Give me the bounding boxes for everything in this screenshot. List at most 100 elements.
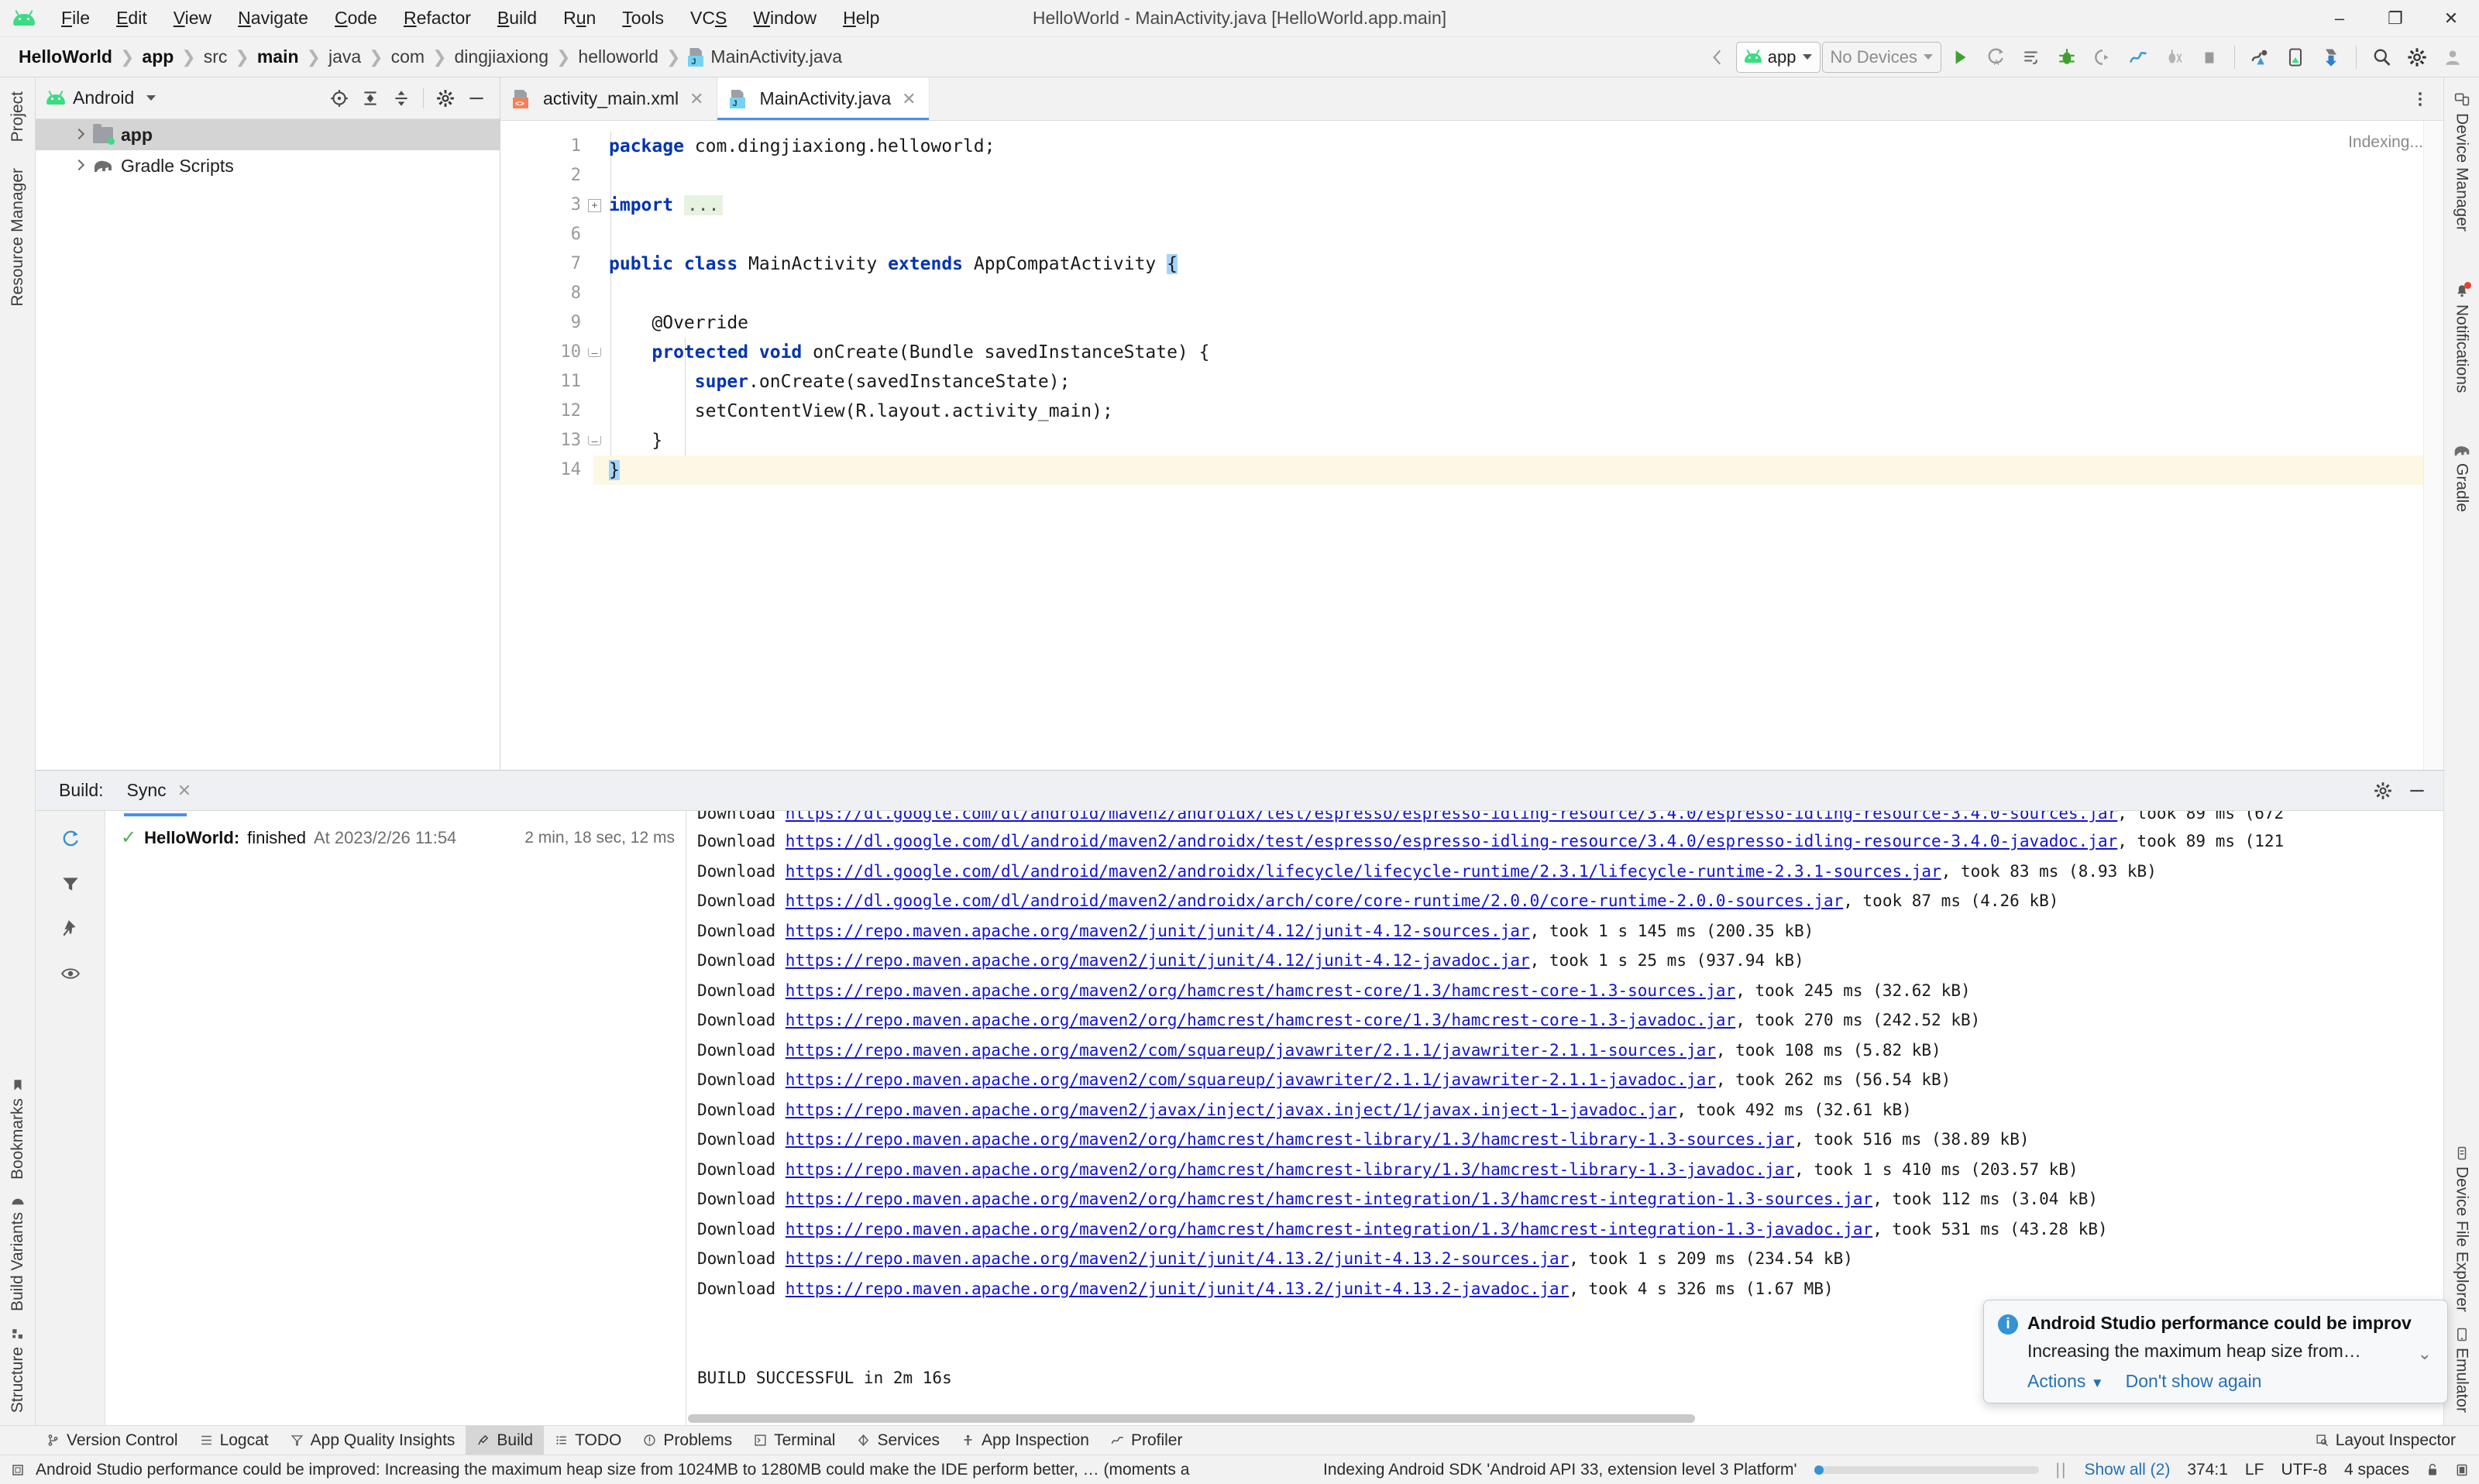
log-url[interactable]: https://repo.maven.apache.org/maven2/org… <box>786 1160 1794 1179</box>
bottom-tab-app-quality-insights[interactable]: App Quality Insights <box>280 1426 466 1455</box>
back-icon[interactable] <box>1700 40 1735 74</box>
stop-button[interactable] <box>2192 40 2226 74</box>
caret-position[interactable]: 374:1 <box>2187 1461 2228 1479</box>
log-url[interactable]: https://repo.maven.apache.org/maven2/jun… <box>786 922 1530 940</box>
filter-icon[interactable] <box>53 867 88 901</box>
sidebar-item-gradle[interactable]: Gradle <box>2451 436 2473 520</box>
sidebar-item-resource-manager[interactable]: Resource Manager <box>7 160 29 314</box>
chevron-down-icon[interactable] <box>146 95 156 101</box>
bottom-tab-terminal[interactable]: Terminal <box>743 1426 846 1455</box>
bottom-tab-logcat[interactable]: Logcat <box>189 1426 280 1455</box>
run-configuration-selector[interactable]: app <box>1735 41 1821 73</box>
chevron-right-icon[interactable] <box>73 129 85 141</box>
sidebar-item-structure[interactable]: Structure <box>7 1319 29 1420</box>
breadcrumb-item-8[interactable]: J MainActivity.java <box>685 45 845 69</box>
settings-icon[interactable] <box>430 83 461 114</box>
breadcrumb-item-5[interactable]: com <box>388 45 428 69</box>
progress-pause-icon[interactable]: || <box>2056 1461 2068 1479</box>
menu-window[interactable]: Window <box>740 5 830 32</box>
breadcrumb-item-2[interactable]: src <box>201 45 231 69</box>
sidebar-item-device-manager[interactable]: Device Manager <box>2451 84 2473 239</box>
sidebar-item-bookmarks[interactable]: Bookmarks <box>7 1070 29 1187</box>
more-options-icon[interactable] <box>2405 84 2436 115</box>
actions-dropdown[interactable]: Actions ▼ <box>2027 1371 2104 1392</box>
file-encoding[interactable]: UTF-8 <box>2281 1461 2327 1479</box>
collapse-all-icon[interactable] <box>386 83 417 114</box>
tab-mainactivity-java[interactable]: J MainActivity.java ✕ <box>717 77 930 120</box>
log-url[interactable]: https://repo.maven.apache.org/maven2/com… <box>786 1041 1716 1060</box>
attach-debugger-button[interactable] <box>2085 40 2120 74</box>
log-url[interactable]: https://dl.google.com/dl/android/maven2/… <box>786 832 2117 850</box>
log-url[interactable]: https://repo.maven.apache.org/maven2/jav… <box>786 1101 1677 1119</box>
log-url[interactable]: https://repo.maven.apache.org/maven2/org… <box>786 1190 1872 1208</box>
bottom-tab-problems[interactable]: Problems <box>632 1426 743 1455</box>
log-url[interactable]: https://repo.maven.apache.org/maven2/org… <box>786 1130 1794 1149</box>
tree-node-gradle-scripts[interactable]: Gradle Scripts <box>36 150 500 181</box>
menu-run[interactable]: Run <box>550 5 609 32</box>
build-result-row[interactable]: ✓ HelloWorld: finished At 2023/2/26 11:5… <box>105 822 686 854</box>
chevron-down-icon[interactable]: ⌄ <box>2418 1344 2432 1364</box>
bottom-tab-layout-inspector[interactable]: Layout Inspector <box>2305 1426 2467 1455</box>
menu-help[interactable]: Help <box>830 5 892 32</box>
log-url[interactable]: https://repo.maven.apache.org/maven2/org… <box>786 1220 1872 1238</box>
breadcrumb-item-6[interactable]: dingjiaxiong <box>452 45 552 69</box>
close-icon[interactable]: ✕ <box>902 89 916 109</box>
apply-code-changes-button[interactable] <box>2014 40 2048 74</box>
avd-manager-button[interactable] <box>2278 40 2312 74</box>
bottom-tab-build[interactable]: Build <box>466 1425 545 1455</box>
menu-code[interactable]: Code <box>321 5 390 32</box>
profiler-button[interactable] <box>2121 40 2155 74</box>
memory-icon[interactable] <box>11 1463 25 1477</box>
log-url[interactable]: https://repo.maven.apache.org/maven2/com… <box>786 1070 1716 1089</box>
bottom-tab-version-control[interactable]: Version Control <box>36 1426 189 1455</box>
search-button[interactable] <box>2364 40 2398 74</box>
bottom-tab-services[interactable]: Services <box>846 1426 951 1455</box>
dont-show-again-link[interactable]: Don't show again <box>2126 1371 2262 1392</box>
menu-edit[interactable]: Edit <box>103 5 160 32</box>
show-all-link[interactable]: Show all (2) <box>2084 1461 2170 1479</box>
indent-setting[interactable]: 4 spaces <box>2344 1461 2409 1479</box>
breadcrumb-item-4[interactable]: java <box>325 45 364 69</box>
log-url[interactable]: https://dl.google.com/dl/android/maven2/… <box>786 862 1941 881</box>
device-selector[interactable]: No Devices <box>1821 41 1941 73</box>
log-url[interactable]: https://repo.maven.apache.org/maven2/jun… <box>786 1249 1569 1268</box>
bottom-tab-app-inspection[interactable]: App Inspection <box>951 1426 1100 1455</box>
tree-node-app[interactable]: app <box>36 119 500 150</box>
menu-view[interactable]: View <box>160 5 225 32</box>
bottom-tab-todo[interactable]: TODO <box>544 1426 632 1455</box>
log-url[interactable]: https://repo.maven.apache.org/maven2/org… <box>786 1011 1735 1029</box>
log-url[interactable]: https://dl.google.com/dl/android/maven2/… <box>786 891 1843 910</box>
menu-refactor[interactable]: Refactor <box>390 5 484 32</box>
settings-icon[interactable] <box>2367 775 2398 806</box>
menu-vcs[interactable]: VCS <box>677 5 740 32</box>
bottom-tab-profiler[interactable]: Profiler <box>1100 1426 1194 1455</box>
log-horizontal-scrollbar[interactable] <box>686 1413 2423 1425</box>
menu-tools[interactable]: Tools <box>609 5 677 32</box>
breadcrumb-item-3[interactable]: main <box>254 45 302 69</box>
sidebar-item-project[interactable]: Project <box>7 84 29 149</box>
build-tab-sync[interactable]: Sync ✕ <box>123 772 198 816</box>
sidebar-item-device-file-explorer[interactable]: Device File Explorer <box>2451 1139 2473 1320</box>
sync-project-button[interactable] <box>2314 40 2348 74</box>
editor-scrollbar[interactable] <box>2423 121 2443 770</box>
menu-build[interactable]: Build <box>484 5 550 32</box>
close-icon[interactable]: ✕ <box>177 781 191 801</box>
breadcrumb-item-1[interactable]: app <box>139 45 177 69</box>
apply-changes-button[interactable]: A <box>1979 40 2013 74</box>
hide-icon[interactable] <box>461 83 492 114</box>
menu-file[interactable]: File <box>48 5 103 32</box>
breadcrumb-item-7[interactable]: helloworld <box>575 45 662 69</box>
eye-icon[interactable] <box>53 957 88 991</box>
run-with-coverage-button[interactable] <box>2157 40 2191 74</box>
restart-sync-icon[interactable] <box>53 822 88 856</box>
tab-activity-main-xml[interactable]: <> activity_main.xml ✕ <box>500 77 717 120</box>
run-button[interactable] <box>1943 40 1977 74</box>
maximize-button[interactable]: ❐ <box>2367 0 2423 37</box>
pin-icon[interactable] <box>53 912 88 946</box>
chevron-right-icon[interactable] <box>73 160 85 172</box>
status-message[interactable]: Android Studio performance could be impr… <box>36 1461 1189 1479</box>
menu-navigate[interactable]: Navigate <box>225 5 321 32</box>
memory-indicator-icon[interactable] <box>2456 1463 2468 1477</box>
line-separator[interactable]: LF <box>2245 1461 2264 1479</box>
log-url[interactable]: https://dl.google.com/dl/android/maven2/… <box>786 811 2117 823</box>
